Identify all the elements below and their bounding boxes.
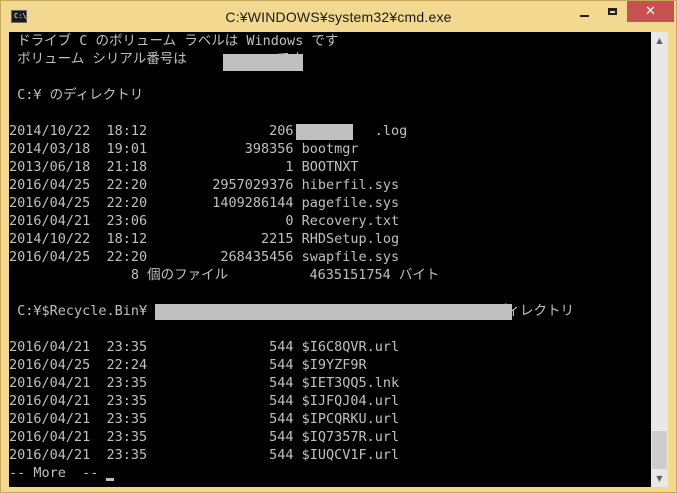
console-line: C:¥ のディレクトリ: [9, 87, 144, 103]
console-line: 2016/04/21 23:35 544 $IPCQRKU.url: [9, 411, 400, 427]
console-line: 2013/06/18 21:18 1 BOOTNXT: [9, 159, 359, 175]
title-bar[interactable]: C:\ C:¥WINDOWS¥system32¥cmd.exe ✕: [1, 1, 676, 33]
redacted-path: [155, 304, 512, 320]
console-line: 2016/04/25 22:24 544 $I9YZF9R: [9, 357, 367, 373]
console-line: 2016/04/25 22:20 1409286144 pagefile.sys: [9, 195, 400, 211]
console-line: 2016/04/25 22:20 2957029376 hiberfil.sys: [9, 177, 400, 193]
console-line: 2014/03/18 19:01 398356 bootmgr: [9, 141, 359, 157]
text-cursor: [106, 478, 114, 481]
scroll-thumb[interactable]: [652, 431, 667, 469]
console-line: ドライブ C のボリューム ラベルは Windows です: [9, 33, 339, 49]
redacted-filename: [296, 124, 353, 140]
close-button[interactable]: ✕: [627, 1, 674, 22]
console-line: 2016/04/25 22:20 268435456 swapfile.sys: [9, 249, 400, 265]
console-output[interactable]: ドライブ C のボリューム ラベルは Windows です ボリューム シリアル…: [9, 32, 651, 487]
console-line: 8 個のファイル 4635151754 バイト: [9, 267, 440, 283]
console-line: 2016/04/21 23:35 544 $IJFQJ04.url: [9, 393, 400, 409]
redacted-serial-number: [223, 54, 303, 71]
cmd-window: C:\ C:¥WINDOWS¥system32¥cmd.exe ✕ ドライブ C…: [0, 0, 677, 493]
maximize-icon: [608, 8, 617, 15]
close-icon: ✕: [645, 4, 656, 19]
scroll-down-icon[interactable]: ▼: [651, 470, 668, 487]
console-line: 2016/04/21 23:06 0 Recovery.txt: [9, 213, 400, 229]
scroll-up-icon[interactable]: ▲: [651, 32, 668, 49]
console-line: 2014/10/22 18:12 2215 RHDSetup.log: [9, 231, 400, 247]
vertical-scrollbar[interactable]: ▲ ▼: [651, 32, 668, 487]
minimize-icon: [579, 14, 589, 17]
console-line: 2016/04/21 23:35 544 $I6C8QVR.url: [9, 339, 400, 355]
maximize-button[interactable]: [599, 1, 626, 22]
more-prompt: -- More --: [9, 465, 99, 481]
console-line: 2016/04/21 23:35 544 $IET3QQ5.lnk: [9, 375, 400, 391]
console-line: 2016/04/21 23:35 544 $IQ7357R.url: [9, 429, 400, 445]
minimize-button[interactable]: [569, 1, 599, 22]
console-line: 2016/04/21 23:35 544 $IUQCV1F.url: [9, 447, 400, 463]
